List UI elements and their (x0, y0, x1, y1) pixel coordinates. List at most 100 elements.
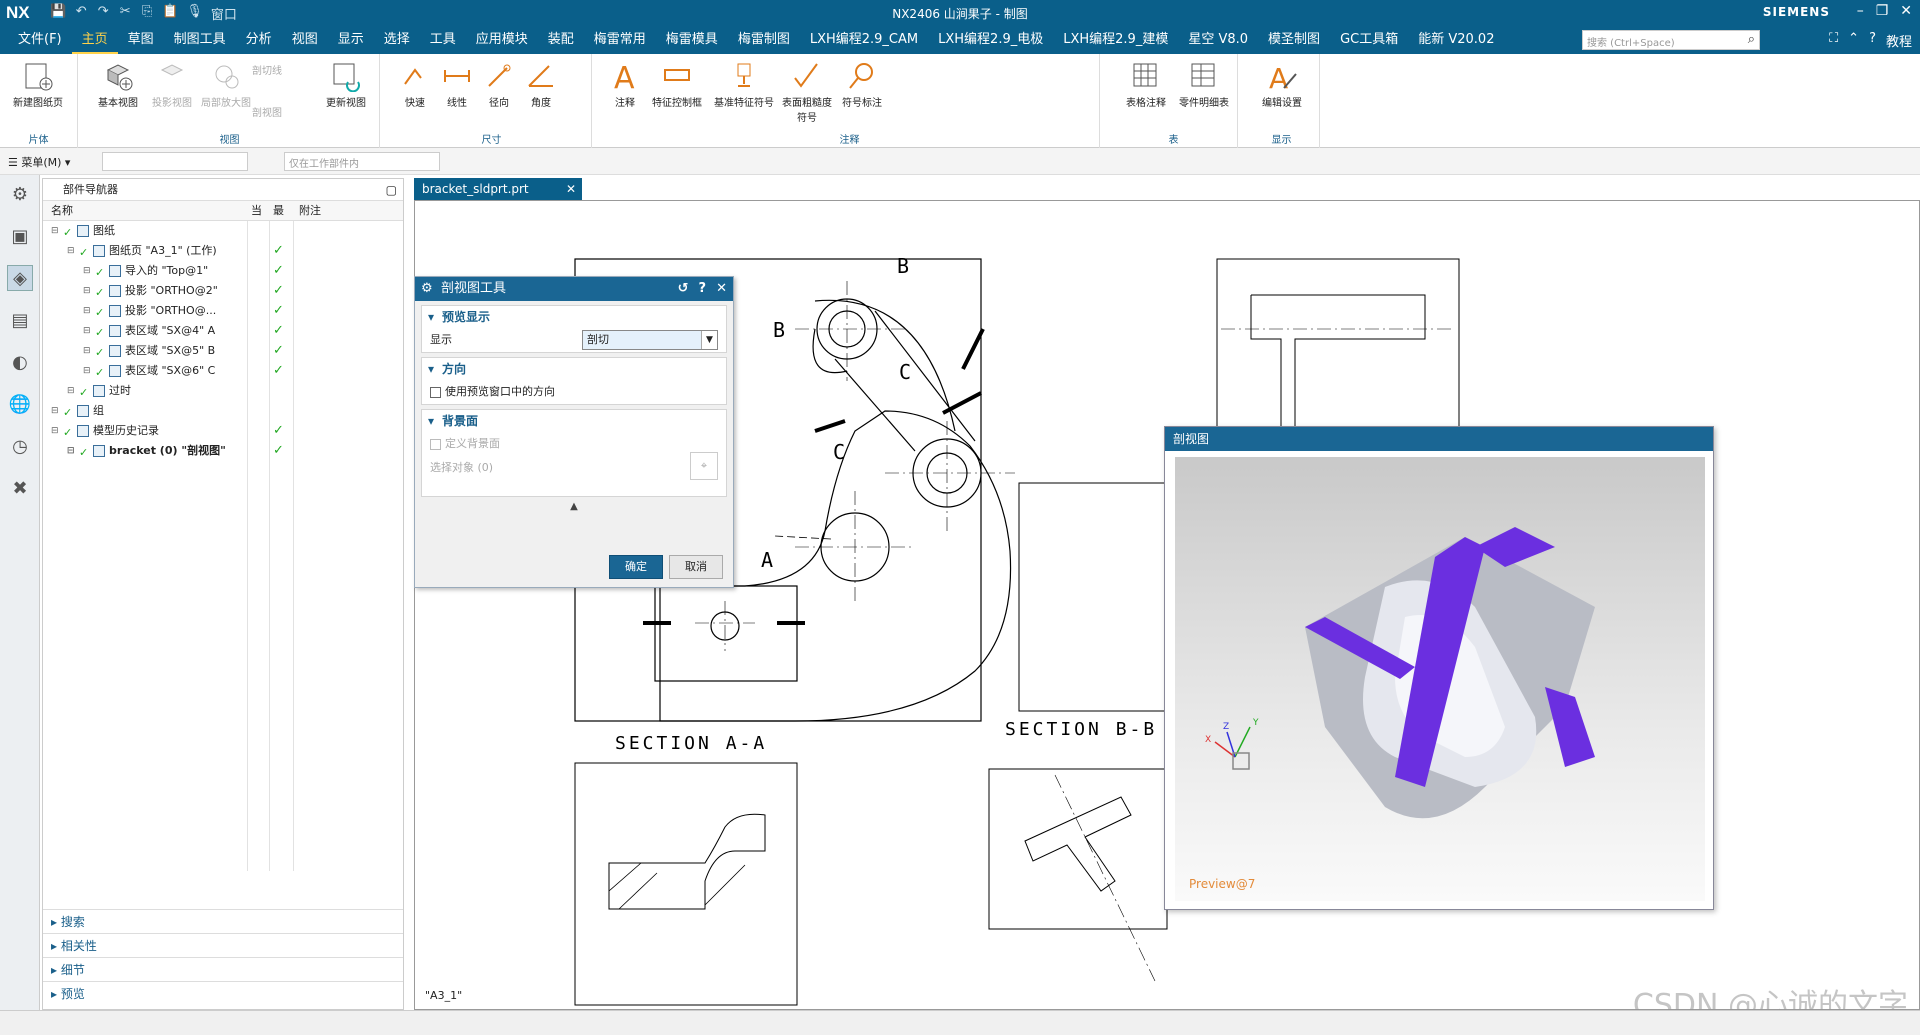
help-icon[interactable]: ? (699, 277, 707, 301)
footer-search[interactable]: ▸ 搜索 (43, 909, 403, 933)
detail-view-button[interactable]: 局部放大图 (196, 60, 256, 109)
tabular-note-button[interactable]: 表格注释 (1116, 60, 1176, 109)
preview-title[interactable]: 剖视图 (1165, 427, 1713, 451)
menu-tab[interactable]: GC工具箱 (1330, 26, 1408, 54)
update-view-button[interactable]: 更新视图 (316, 60, 376, 109)
preview-viewport[interactable]: X Y Z Preview@7 (1175, 457, 1705, 901)
menu-tab[interactable]: 梅雷制图 (728, 26, 800, 54)
cancel-button[interactable]: 取消 (669, 555, 723, 579)
base-view-button[interactable]: 基本视图 (88, 60, 148, 109)
reset-icon[interactable]: ↺ (678, 277, 689, 301)
dialog-close-icon[interactable]: ✕ (716, 277, 727, 301)
expand-toggle-icon[interactable]: ⊟ (83, 321, 91, 341)
parts-list-button[interactable]: 零件明细表 (1174, 60, 1234, 109)
dialog-header[interactable]: ⚙ 剖视图工具 ↺ ? ✕ (415, 277, 733, 301)
tree-row[interactable]: ⊟ ✓ 图纸页 "A3_1" (工作) ✓ (43, 241, 403, 261)
menu-tab[interactable]: 草图 (118, 26, 164, 54)
menu-tab[interactable]: 能新 V20.02 (1408, 26, 1504, 54)
preview-display-header[interactable]: 预览显示 (422, 306, 726, 328)
menu-tab[interactable]: 主页 (71, 26, 118, 54)
document-tab[interactable]: bracket_sldprt.prt ✕ (414, 178, 582, 200)
web-browser-icon[interactable]: 🌐 (7, 391, 33, 417)
visible-check-icon[interactable]: ✓ (95, 303, 104, 323)
col-latest[interactable]: 最 (273, 201, 284, 221)
datum-symbol-button[interactable]: 基准特征符号 (710, 60, 778, 109)
menu-tab[interactable]: 视图 (282, 26, 328, 54)
expand-toggle-icon[interactable]: ⊟ (51, 421, 59, 441)
tools-icon[interactable]: ✖ (7, 475, 33, 501)
expand-toggle-icon[interactable]: ⊟ (83, 361, 91, 381)
menu-tab[interactable]: 装配 (538, 26, 584, 54)
new-sheet-button[interactable]: 新建图纸页 (8, 60, 68, 109)
background-header[interactable]: 背景面 (422, 410, 726, 432)
visible-check-icon[interactable]: ✓ (95, 363, 104, 383)
expand-toggle-icon[interactable]: ⊟ (67, 241, 75, 261)
expand-toggle-icon[interactable]: ⊟ (67, 441, 75, 461)
tree-row[interactable]: ⊟ ✓ 模型历史记录 ✓ (43, 421, 403, 441)
minimize-icon[interactable]: – (1857, 3, 1864, 19)
visible-check-icon[interactable]: ✓ (95, 263, 104, 283)
menu-tab[interactable]: 显示 (328, 26, 374, 54)
expand-toggle-icon[interactable]: ⊟ (83, 261, 91, 281)
help-icon[interactable]: ? (1869, 31, 1876, 50)
preview-dir-checkbox[interactable] (430, 386, 441, 398)
col-current[interactable]: 当 (251, 201, 262, 221)
expand-toggle-icon[interactable]: ⊟ (67, 381, 75, 401)
tree-row[interactable]: ⊟ ✓ 表区域 "SX@6" C ✓ (43, 361, 403, 381)
menu-tab[interactable]: 梅雷常用 (584, 26, 656, 54)
visible-check-icon[interactable]: ✓ (63, 403, 72, 423)
expand-toggle-icon[interactable]: ⊟ (51, 401, 59, 421)
menu-tab[interactable]: 选择 (374, 26, 420, 54)
display-select[interactable]: 剖切 ▼ (582, 330, 718, 350)
visible-check-icon[interactable]: ✓ (95, 323, 104, 343)
rapid-dim-button[interactable]: 快速 (392, 60, 438, 109)
menu-tab[interactable]: 工具 (420, 26, 466, 54)
expand-toggle-icon[interactable]: ⊟ (83, 301, 91, 321)
close-icon[interactable]: ✕ (1900, 3, 1912, 19)
orientation-header[interactable]: 方向 (422, 358, 726, 380)
preview-dir-row[interactable]: 使用预览窗口中的方向 (422, 380, 726, 404)
fullscreen-icon[interactable]: ⛶ (1829, 31, 1838, 50)
assembly-nav-icon[interactable]: ▣ (7, 223, 33, 249)
crosshair-icon[interactable]: ⌖ (690, 452, 718, 480)
history-icon[interactable]: ◷ (7, 433, 33, 459)
visible-check-icon[interactable]: ✓ (95, 283, 104, 303)
visible-check-icon[interactable]: ✓ (79, 443, 88, 463)
tree-row[interactable]: ⊟ ✓ 过时 (43, 381, 403, 401)
define-bg-checkbox[interactable] (430, 438, 441, 450)
tree-row[interactable]: ⊟ ✓ 投影 "ORTHO@2" ✓ (43, 281, 403, 301)
menu-tab[interactable]: 应用模块 (466, 26, 538, 54)
tree-row[interactable]: ⊟ ✓ 表区域 "SX@4" A ✓ (43, 321, 403, 341)
close-tab-icon[interactable]: ✕ (566, 178, 576, 200)
search-input[interactable]: 搜索 (Ctrl+Space) ⌕ (1582, 30, 1760, 50)
col-note[interactable]: 附注 (299, 201, 321, 221)
note-button[interactable]: A 注释 (600, 60, 650, 109)
menu-tab[interactable]: LXH编程2.9_电极 (928, 26, 1053, 54)
part-nav-icon[interactable]: ◈ (7, 265, 33, 291)
fcf-button[interactable]: 特征控制框 (648, 60, 706, 109)
expand-toggle-icon[interactable]: ⊟ (83, 281, 91, 301)
tree-row[interactable]: ⊟ ✓ 组 (43, 401, 403, 421)
footer-details[interactable]: ▸ 细节 (43, 957, 403, 981)
footer-preview[interactable]: ▸ 预览 (43, 981, 403, 1005)
section-view-button[interactable]: 剖视图 (252, 104, 308, 119)
expand-toggle-icon[interactable]: ⊟ (51, 221, 59, 241)
menu-tab[interactable]: LXH编程2.9_CAM (800, 26, 928, 54)
projected-view-button[interactable]: 投影视图 (142, 60, 202, 109)
menu-tab[interactable]: 梅雷模具 (656, 26, 728, 54)
define-bg-row[interactable]: 定义背景面 (422, 432, 726, 456)
expand-toggle-icon[interactable]: ⊟ (83, 341, 91, 361)
main-menu-button[interactable]: ☰ 菜单(M) ▾ (8, 154, 70, 170)
edit-settings-button[interactable]: A 编辑设置 (1252, 60, 1312, 109)
surface-finish-button[interactable]: 表面粗糙度符号 (782, 60, 832, 124)
reuse-library-icon[interactable]: ▤ (7, 307, 33, 333)
menu-tab[interactable]: 模圣制图 (1258, 26, 1330, 54)
menu-tab[interactable]: 文件(F) (8, 26, 72, 54)
menu-tab[interactable]: 星空 V8.0 (1178, 26, 1258, 54)
radial-dim-button[interactable]: 径向 (476, 60, 522, 109)
tree-row[interactable]: ⊟ ✓ 导入的 "Top@1" ✓ (43, 261, 403, 281)
tree-row[interactable]: ⊟ ✓ 投影 "ORTHO@... ✓ (43, 301, 403, 321)
angular-dim-button[interactable]: 角度 (518, 60, 564, 109)
collapse-icon[interactable]: ⌃ (1848, 31, 1859, 50)
type-filter-dropdown[interactable] (102, 152, 248, 171)
